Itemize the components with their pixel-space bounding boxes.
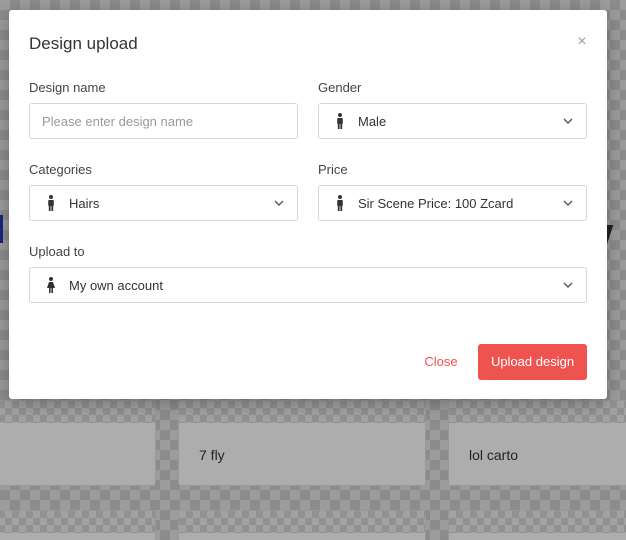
close-icon[interactable]: × — [575, 33, 589, 51]
close-button[interactable]: Close — [417, 352, 465, 372]
person-icon — [334, 194, 346, 212]
modal-title: Design upload — [29, 34, 138, 53]
design-name-field[interactable] — [29, 103, 298, 139]
upload-design-button[interactable]: Upload design — [478, 344, 587, 380]
gender-label: Gender — [318, 80, 362, 95]
chevron-down-icon — [562, 115, 574, 127]
price-value: Sir Scene Price: 100 Zcard — [358, 195, 514, 211]
design-name-input[interactable] — [30, 104, 297, 138]
chevron-down-icon — [562, 279, 574, 291]
upload-to-label: Upload to — [29, 244, 85, 259]
background-item-edge — [0, 215, 3, 243]
categories-select[interactable]: Hairs — [29, 185, 298, 221]
design-upload-modal: Design upload × Design name Gender Male … — [9, 10, 607, 399]
upload-to-value: My own account — [69, 277, 163, 293]
categories-label: Categories — [29, 162, 92, 177]
price-select[interactable]: Sir Scene Price: 100 Zcard — [318, 185, 587, 221]
person-icon — [45, 194, 57, 212]
female-person-icon — [45, 276, 57, 294]
gender-value: Male — [358, 113, 387, 129]
male-person-icon — [334, 112, 346, 130]
chevron-down-icon — [562, 197, 574, 209]
categories-value: Hairs — [69, 195, 100, 211]
upload-to-select[interactable]: My own account — [29, 267, 587, 303]
price-label: Price — [318, 162, 348, 177]
gender-select[interactable]: Male — [318, 103, 587, 139]
chevron-down-icon — [273, 197, 285, 209]
design-name-label: Design name — [29, 80, 106, 95]
